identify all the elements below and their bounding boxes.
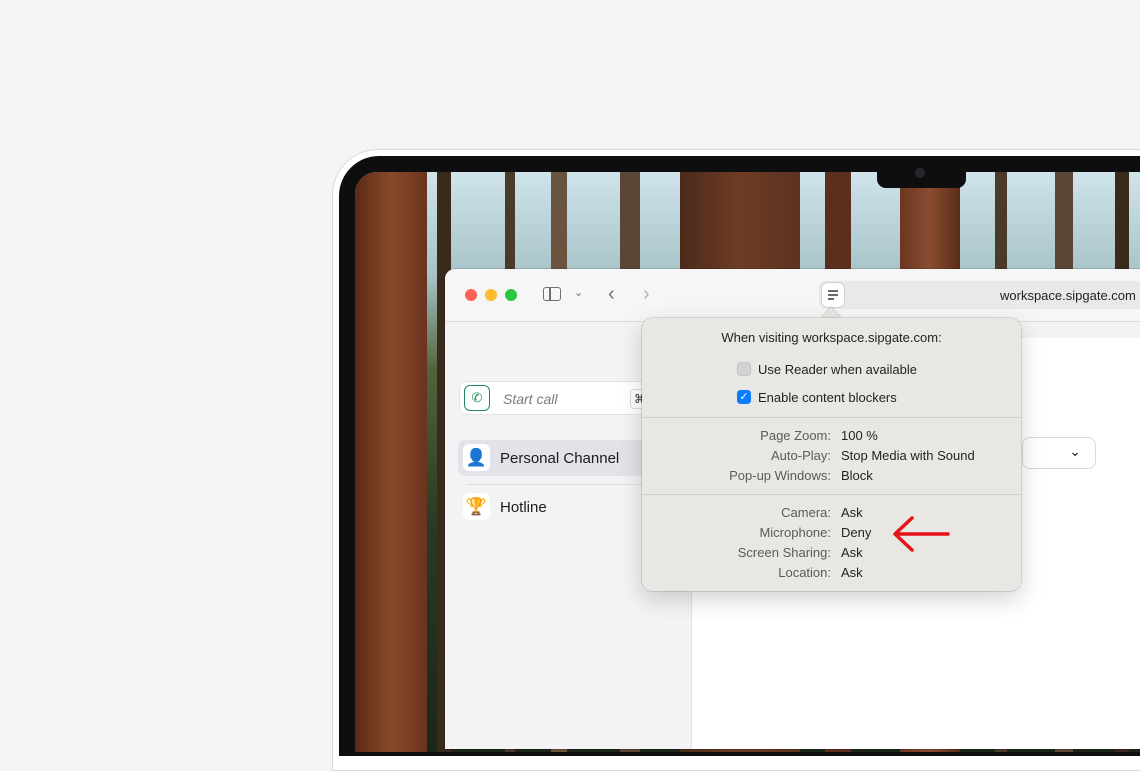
trophy-icon: 🏆 — [463, 493, 490, 520]
checkbox-label: Use Reader when available — [758, 362, 917, 377]
forward-arrow-icon[interactable]: › — [643, 283, 650, 306]
page-zoom-row[interactable]: Page Zoom: 100 % — [642, 428, 1021, 444]
minimize-window-button[interactable] — [485, 289, 497, 301]
location-row[interactable]: Location: Ask — [642, 565, 1021, 581]
sidebar-toggle-icon[interactable] — [543, 287, 561, 301]
setting-key: Screen Sharing: — [737, 545, 831, 560]
microphone-value[interactable]: Deny — [841, 525, 871, 540]
screen-sharing-value[interactable]: Ask — [841, 545, 863, 560]
location-value[interactable]: Ask — [841, 565, 863, 580]
checkbox-label: Enable content blockers — [758, 390, 897, 405]
phone-icon: ✆ — [464, 385, 490, 411]
red-arrow-annotation-icon — [893, 516, 950, 552]
auto-play-value[interactable]: Stop Media with Sound — [841, 448, 975, 463]
auto-play-row[interactable]: Auto-Play: Stop Media with Sound — [642, 448, 1021, 464]
back-arrow-icon[interactable]: ‹ — [608, 283, 615, 306]
website-settings-popover: When visiting workspace.sipgate.com: Use… — [642, 318, 1021, 591]
browser-toolbar: ⌄ ‹ › workspace.sipgate.com — [445, 269, 1140, 322]
start-call-placeholder: Start call — [503, 391, 558, 407]
content-blockers-checkbox[interactable]: ✓ — [737, 390, 751, 404]
popover-title: When visiting workspace.sipgate.com: — [721, 330, 942, 345]
setting-key: Page Zoom: — [760, 428, 831, 443]
camera-row[interactable]: Camera: Ask — [642, 505, 1021, 521]
setting-key: Microphone: — [759, 525, 831, 540]
person-silhouette-icon: 👤 — [463, 444, 490, 471]
setting-key: Pop-up Windows: — [729, 468, 831, 483]
setting-key: Auto-Play: — [771, 448, 831, 463]
chevron-down-icon[interactable]: ⌄ — [574, 286, 583, 299]
microphone-row[interactable]: Microphone: Deny — [642, 525, 1021, 541]
webcam — [915, 168, 925, 178]
divider — [642, 417, 1021, 418]
zoom-window-button[interactable] — [505, 289, 517, 301]
divider — [642, 494, 1021, 495]
close-window-button[interactable] — [465, 289, 477, 301]
page-zoom-value[interactable]: 100 % — [841, 428, 878, 443]
reader-checkbox[interactable] — [737, 362, 751, 376]
popup-windows-row[interactable]: Pop-up Windows: Block — [642, 468, 1021, 484]
dropdown-select[interactable]: ⌄ — [1022, 437, 1096, 469]
address-text: workspace.sipgate.com — [1000, 288, 1136, 303]
setting-key: Camera: — [781, 505, 831, 520]
setting-key: Location: — [778, 565, 831, 580]
popup-windows-value[interactable]: Block — [841, 468, 873, 483]
page-menu-icon[interactable] — [822, 283, 844, 307]
camera-value[interactable]: Ask — [841, 505, 863, 520]
screen-sharing-row[interactable]: Screen Sharing: Ask — [642, 545, 1021, 561]
sidebar-item-label: Personal Channel — [500, 450, 620, 467]
sidebar-item-label: Hotline — [500, 499, 547, 516]
chevron-down-icon: ⌄ — [1069, 443, 1081, 459]
